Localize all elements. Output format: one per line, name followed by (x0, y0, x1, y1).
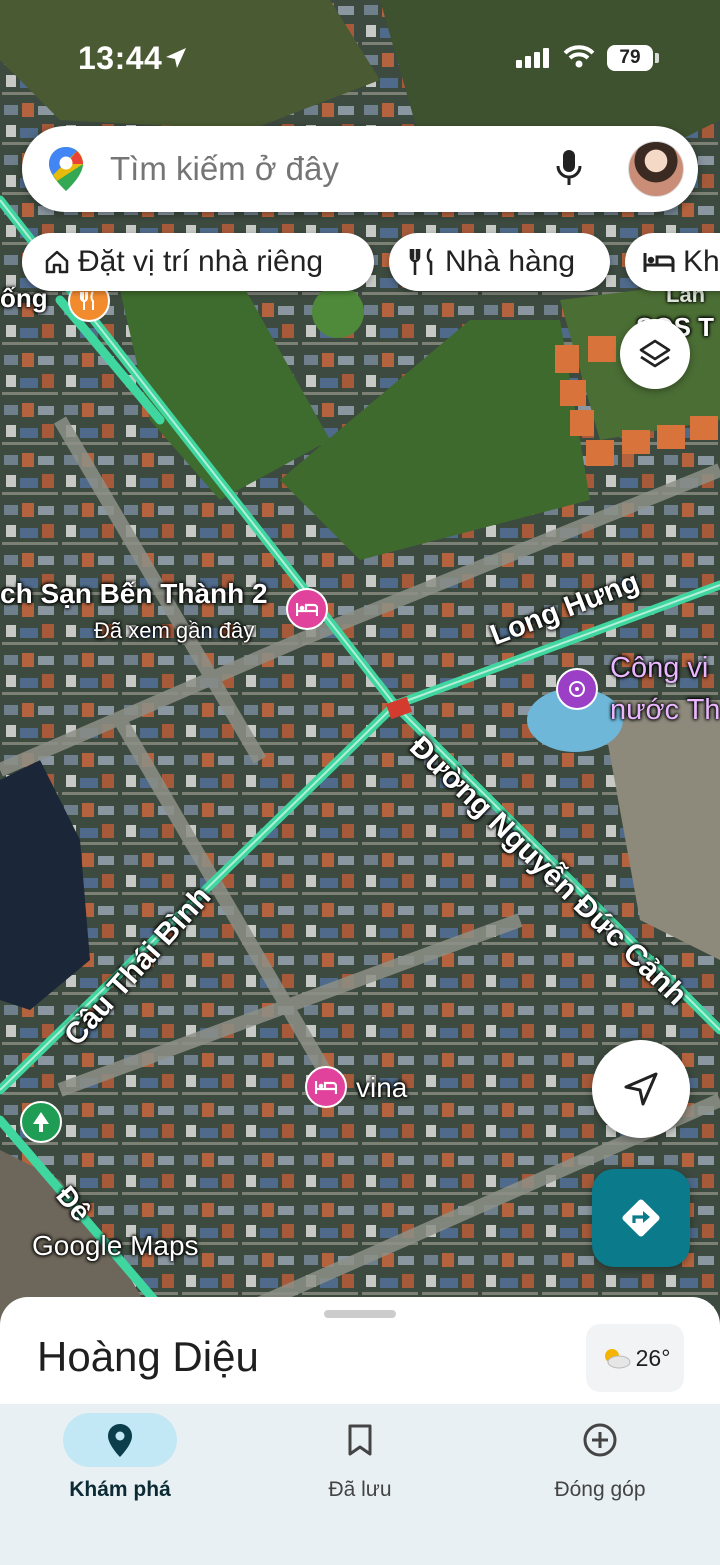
wifi-icon (563, 45, 595, 68)
map-label-hotel-ben-thanh[interactable]: ch Sạn Bến Thành 2 (0, 578, 268, 610)
park-poi-icon[interactable] (556, 668, 598, 710)
hotel-vina-poi-icon[interactable] (305, 1066, 347, 1108)
status-time: 13:44 (78, 40, 163, 76)
chip-restaurants[interactable]: Nhà hàng (389, 233, 610, 291)
google-maps-watermark: Google Maps (32, 1230, 199, 1261)
layers-icon (639, 339, 671, 368)
weather-badge: 26° (586, 1324, 684, 1392)
microphone-icon[interactable] (555, 148, 583, 188)
chip-hotels-label: Kh (683, 245, 720, 278)
map-label-cong-vien-2: nước Th (610, 694, 720, 726)
tree-poi-icon[interactable] (20, 1101, 62, 1143)
directions-button[interactable] (592, 1169, 690, 1267)
restaurant-icon (409, 247, 433, 275)
partly-cloudy-icon (604, 1349, 631, 1369)
map-layers-button[interactable] (620, 319, 690, 389)
battery-tip (655, 53, 659, 63)
directions-icon (622, 1199, 660, 1237)
chip-set-home[interactable]: Đặt vị trí nhà riêng (22, 233, 374, 291)
navigation-arrow-icon (624, 1072, 658, 1106)
hotel-poi-icon[interactable] (286, 588, 328, 630)
bookmark-icon (348, 1424, 372, 1456)
nav-saved-label: Đã lưu (328, 1478, 392, 1501)
cellular-signal-icon (516, 48, 549, 68)
place-title: Hoàng Diệu (37, 1333, 259, 1380)
status-bar: 13:44 79 (0, 0, 720, 110)
google-maps-pin-icon (49, 147, 83, 191)
chip-restaurants-label: Nhà hàng (445, 245, 576, 278)
hotel-icon (643, 253, 675, 272)
explore-pin-icon (108, 1424, 132, 1457)
add-circle-icon (583, 1423, 617, 1457)
weather-temperature: 26° (635, 1344, 671, 1371)
nav-contribute-label: Đóng góp (554, 1478, 646, 1501)
home-icon (45, 250, 69, 274)
map-label-vina[interactable]: vina (356, 1072, 407, 1104)
map-label-cong-vien-1: Công vi (610, 652, 709, 684)
chip-set-home-label: Đặt vị trí nhà riêng (78, 245, 324, 278)
map-label-viewed-recently: Đã xem gần đây (94, 618, 255, 643)
profile-avatar[interactable] (628, 141, 684, 197)
nav-explore-label: Khám phá (69, 1478, 171, 1501)
location-arrow-icon (166, 48, 186, 68)
my-location-button[interactable] (592, 1040, 690, 1138)
chip-hotels[interactable]: Kh (625, 233, 720, 291)
search-input[interactable] (108, 148, 532, 190)
battery-indicator: 79 (607, 45, 653, 71)
sheet-drag-handle[interactable] (324, 1310, 396, 1318)
